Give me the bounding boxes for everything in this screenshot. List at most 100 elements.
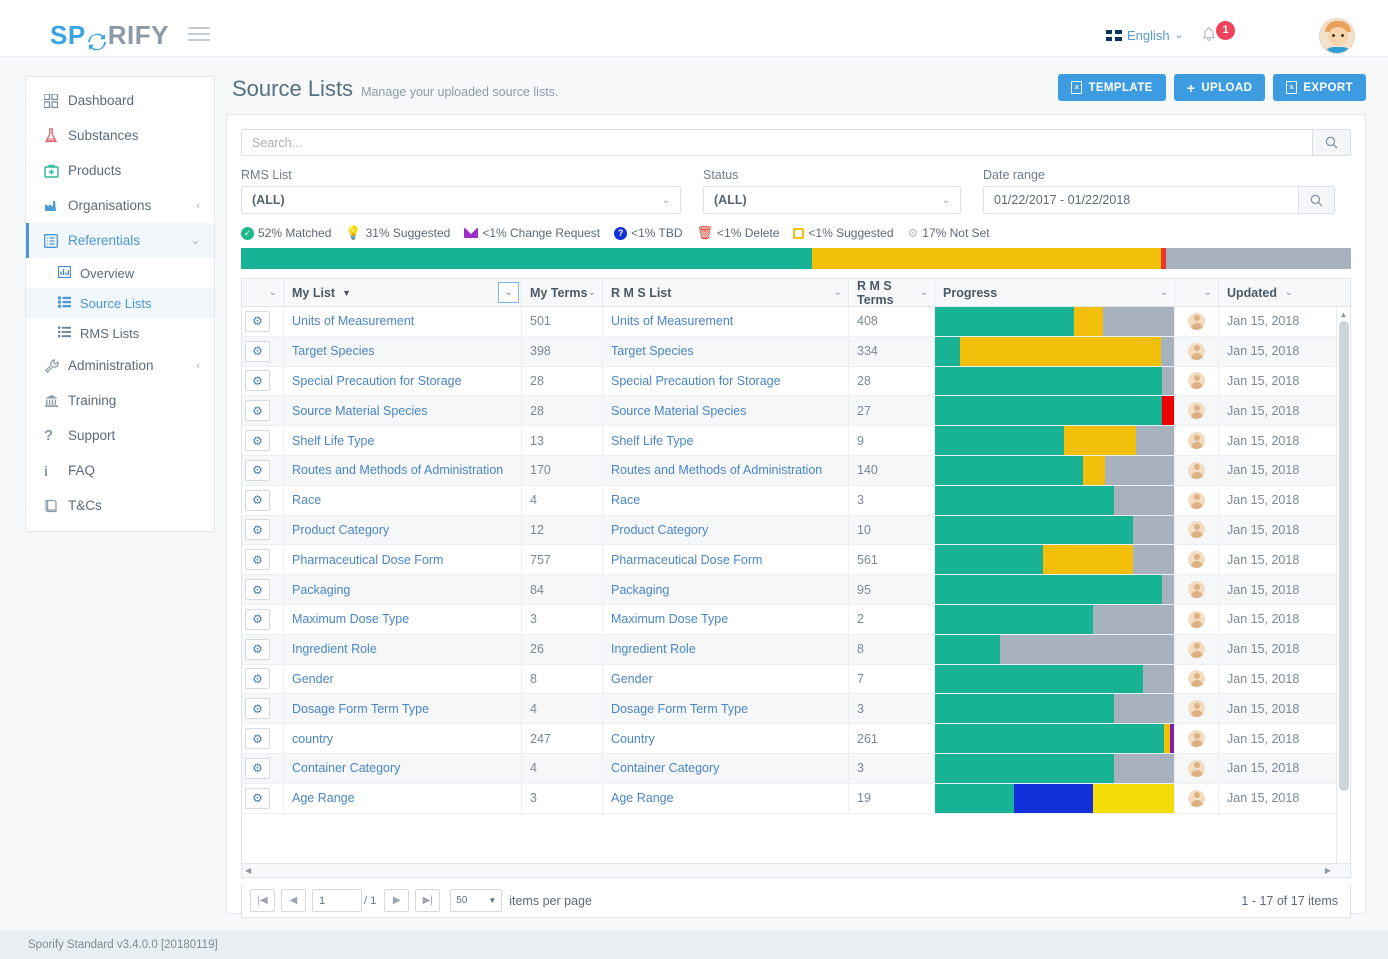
sort-descending-icon[interactable]: ▼ — [342, 288, 351, 298]
table-row[interactable]: ⚙Pharmaceutical Dose Form757Pharmaceutic… — [242, 545, 1350, 575]
column-header-progress[interactable]: Progress ⌄ — [935, 279, 1175, 306]
scroll-left-icon[interactable]: ◀ — [245, 866, 251, 875]
gear-icon[interactable]: ⚙ — [245, 370, 270, 391]
cell-rms-list[interactable]: Container Category — [603, 754, 849, 783]
cell-my-list[interactable]: Race — [284, 486, 522, 515]
chevron-left-icon[interactable]: ‹ — [196, 360, 200, 372]
table-row[interactable]: ⚙Packaging84Packaging95Jan 15, 2018 — [242, 575, 1350, 605]
gear-icon[interactable]: ⚙ — [245, 519, 270, 540]
cell-my-list[interactable]: Container Category — [284, 754, 522, 783]
table-row[interactable]: ⚙Dosage Form Term Type4Dosage Form Term … — [242, 694, 1350, 724]
sidebar-item-dashboard[interactable]: Dashboard — [26, 83, 214, 118]
table-row[interactable]: ⚙Shelf Life Type13Shelf Life Type9Jan 15… — [242, 426, 1350, 456]
table-row[interactable]: ⚙Gender8Gender7Jan 15, 2018 — [242, 665, 1350, 695]
cell-rms-list[interactable]: Pharmaceutical Dose Form — [603, 545, 849, 574]
sidebar-item-training[interactable]: Training — [26, 383, 214, 418]
gear-icon[interactable]: ⚙ — [245, 788, 270, 809]
table-row[interactable]: ⚙Maximum Dose Type3Maximum Dose Type2Jan… — [242, 605, 1350, 635]
search-button[interactable] — [1312, 129, 1351, 156]
chevron-down-icon[interactable]: ⌄ — [1204, 287, 1212, 298]
cell-rms-list[interactable]: Gender — [603, 665, 849, 694]
page-number-input[interactable] — [312, 889, 362, 912]
table-row[interactable]: ⚙Target Species398Target Species334Jan 1… — [242, 337, 1350, 367]
grid-vertical-scrollbar[interactable]: ▲ — [1336, 307, 1350, 863]
cell-my-list[interactable]: Packaging — [284, 575, 522, 604]
cell-rms-list[interactable]: Source Material Species — [603, 396, 849, 425]
column-header-my-terms[interactable]: My Terms ⌄ — [522, 279, 603, 306]
first-page-button[interactable]: |◀ — [250, 889, 275, 912]
chevron-down-icon[interactable]: ⌄ — [834, 287, 842, 298]
column-header-actions[interactable]: ⌄ — [242, 279, 284, 306]
column-header-rms-list[interactable]: R M S List ⌄ — [603, 279, 849, 306]
chevron-down-icon[interactable]: ⌄ — [588, 287, 596, 298]
cell-my-list[interactable]: Pharmaceutical Dose Form — [284, 545, 522, 574]
cell-rms-list[interactable]: Country — [603, 724, 849, 753]
scroll-up-icon[interactable]: ▲ — [1337, 307, 1350, 321]
gear-icon[interactable]: ⚙ — [245, 460, 270, 481]
status-select[interactable]: (ALL) ⌄ — [703, 186, 961, 214]
table-row[interactable]: ⚙Source Material Species28Source Materia… — [242, 396, 1350, 426]
upload-button[interactable]: + UPLOAD — [1174, 74, 1266, 101]
gear-icon[interactable]: ⚙ — [245, 728, 270, 749]
gear-icon[interactable]: ⚙ — [245, 549, 270, 570]
table-row[interactable]: ⚙Product Category12Product Category10Jan… — [242, 516, 1350, 546]
date-range-search-button[interactable] — [1298, 186, 1335, 214]
gear-icon[interactable]: ⚙ — [245, 698, 270, 719]
cell-rms-list[interactable]: Age Range — [603, 784, 849, 813]
next-page-button[interactable]: ▶ — [384, 889, 409, 912]
cell-my-list[interactable]: Age Range — [284, 784, 522, 813]
gear-icon[interactable]: ⚙ — [245, 341, 270, 362]
cell-my-list[interactable]: Dosage Form Term Type — [284, 694, 522, 723]
scrollbar-thumb[interactable] — [1339, 321, 1349, 791]
column-header-rms-terms[interactable]: R M S Terms ⌄ — [849, 279, 935, 306]
sidebar-item-faq[interactable]: i FAQ — [26, 453, 214, 488]
gear-icon[interactable]: ⚙ — [245, 639, 270, 660]
table-row[interactable]: ⚙Race4Race3Jan 15, 2018 — [242, 486, 1350, 516]
table-row[interactable]: ⚙Units of Measurement501Units of Measure… — [242, 307, 1350, 337]
cell-rms-list[interactable]: Routes and Methods of Administration — [603, 456, 849, 485]
chevron-down-icon[interactable]: ⌄ — [1285, 287, 1293, 298]
cell-rms-list[interactable]: Special Precaution for Storage — [603, 367, 849, 396]
app-logo[interactable]: SP RIFY — [50, 20, 169, 51]
cell-rms-list[interactable]: Shelf Life Type — [603, 426, 849, 455]
gear-icon[interactable]: ⚙ — [245, 400, 270, 421]
chevron-down-icon[interactable]: ⌄ — [1160, 287, 1168, 298]
cell-my-list[interactable]: Target Species — [284, 337, 522, 366]
sidebar-item-source-lists[interactable]: Source Lists — [26, 288, 214, 318]
sidebar-item-organisations[interactable]: Organisations ‹ — [26, 188, 214, 223]
table-row[interactable]: ⚙country247Country261Jan 15, 2018 — [242, 724, 1350, 754]
cell-rms-list[interactable]: Maximum Dose Type — [603, 605, 849, 634]
table-row[interactable]: ⚙Routes and Methods of Administration170… — [242, 456, 1350, 486]
cell-rms-list[interactable]: Target Species — [603, 337, 849, 366]
chevron-down-icon[interactable]: ⌄ — [269, 287, 277, 298]
cell-my-list[interactable]: Ingredient Role — [284, 635, 522, 664]
gear-icon[interactable]: ⚙ — [245, 579, 270, 600]
cell-rms-list[interactable]: Packaging — [603, 575, 849, 604]
items-per-page-select[interactable]: 50 ▼ — [450, 889, 502, 912]
gear-icon[interactable]: ⚙ — [245, 609, 270, 630]
gear-icon[interactable]: ⚙ — [245, 430, 270, 451]
cell-rms-list[interactable]: Units of Measurement — [603, 307, 849, 336]
chevron-down-icon[interactable]: ⌄ — [191, 234, 200, 247]
rms-list-select[interactable]: (ALL) ⌄ — [241, 186, 681, 214]
cell-my-list[interactable]: Maximum Dose Type — [284, 605, 522, 634]
cell-my-list[interactable]: Units of Measurement — [284, 307, 522, 336]
chevron-down-icon[interactable]: ⌄ — [920, 287, 928, 298]
sidebar-item-products[interactable]: Products — [26, 153, 214, 188]
cell-my-list[interactable]: Shelf Life Type — [284, 426, 522, 455]
gear-icon[interactable]: ⚙ — [245, 490, 270, 511]
cell-my-list[interactable]: Special Precaution for Storage — [284, 367, 522, 396]
grid-horizontal-scrollbar[interactable]: ◀ ▶ — [242, 863, 1350, 877]
sidebar-item-support[interactable]: ? Support — [26, 418, 214, 453]
cell-my-list[interactable]: Source Material Species — [284, 396, 522, 425]
sidebar-item-referentials[interactable]: Referentials ⌄ — [26, 223, 214, 258]
chevron-left-icon[interactable]: ‹ — [196, 200, 200, 212]
cell-rms-list[interactable]: Product Category — [603, 516, 849, 545]
cell-my-list[interactable]: Routes and Methods of Administration — [284, 456, 522, 485]
avatar[interactable] — [1319, 18, 1355, 54]
column-header-updated[interactable]: Updated ⌄ — [1219, 279, 1315, 306]
date-range-input[interactable]: 01/22/2017 - 01/22/2018 — [983, 186, 1298, 214]
scroll-right-icon[interactable]: ▶ — [1325, 866, 1331, 875]
language-selector[interactable]: English ⌄ — [1106, 28, 1183, 43]
notifications-button[interactable]: 1 — [1200, 26, 1218, 47]
